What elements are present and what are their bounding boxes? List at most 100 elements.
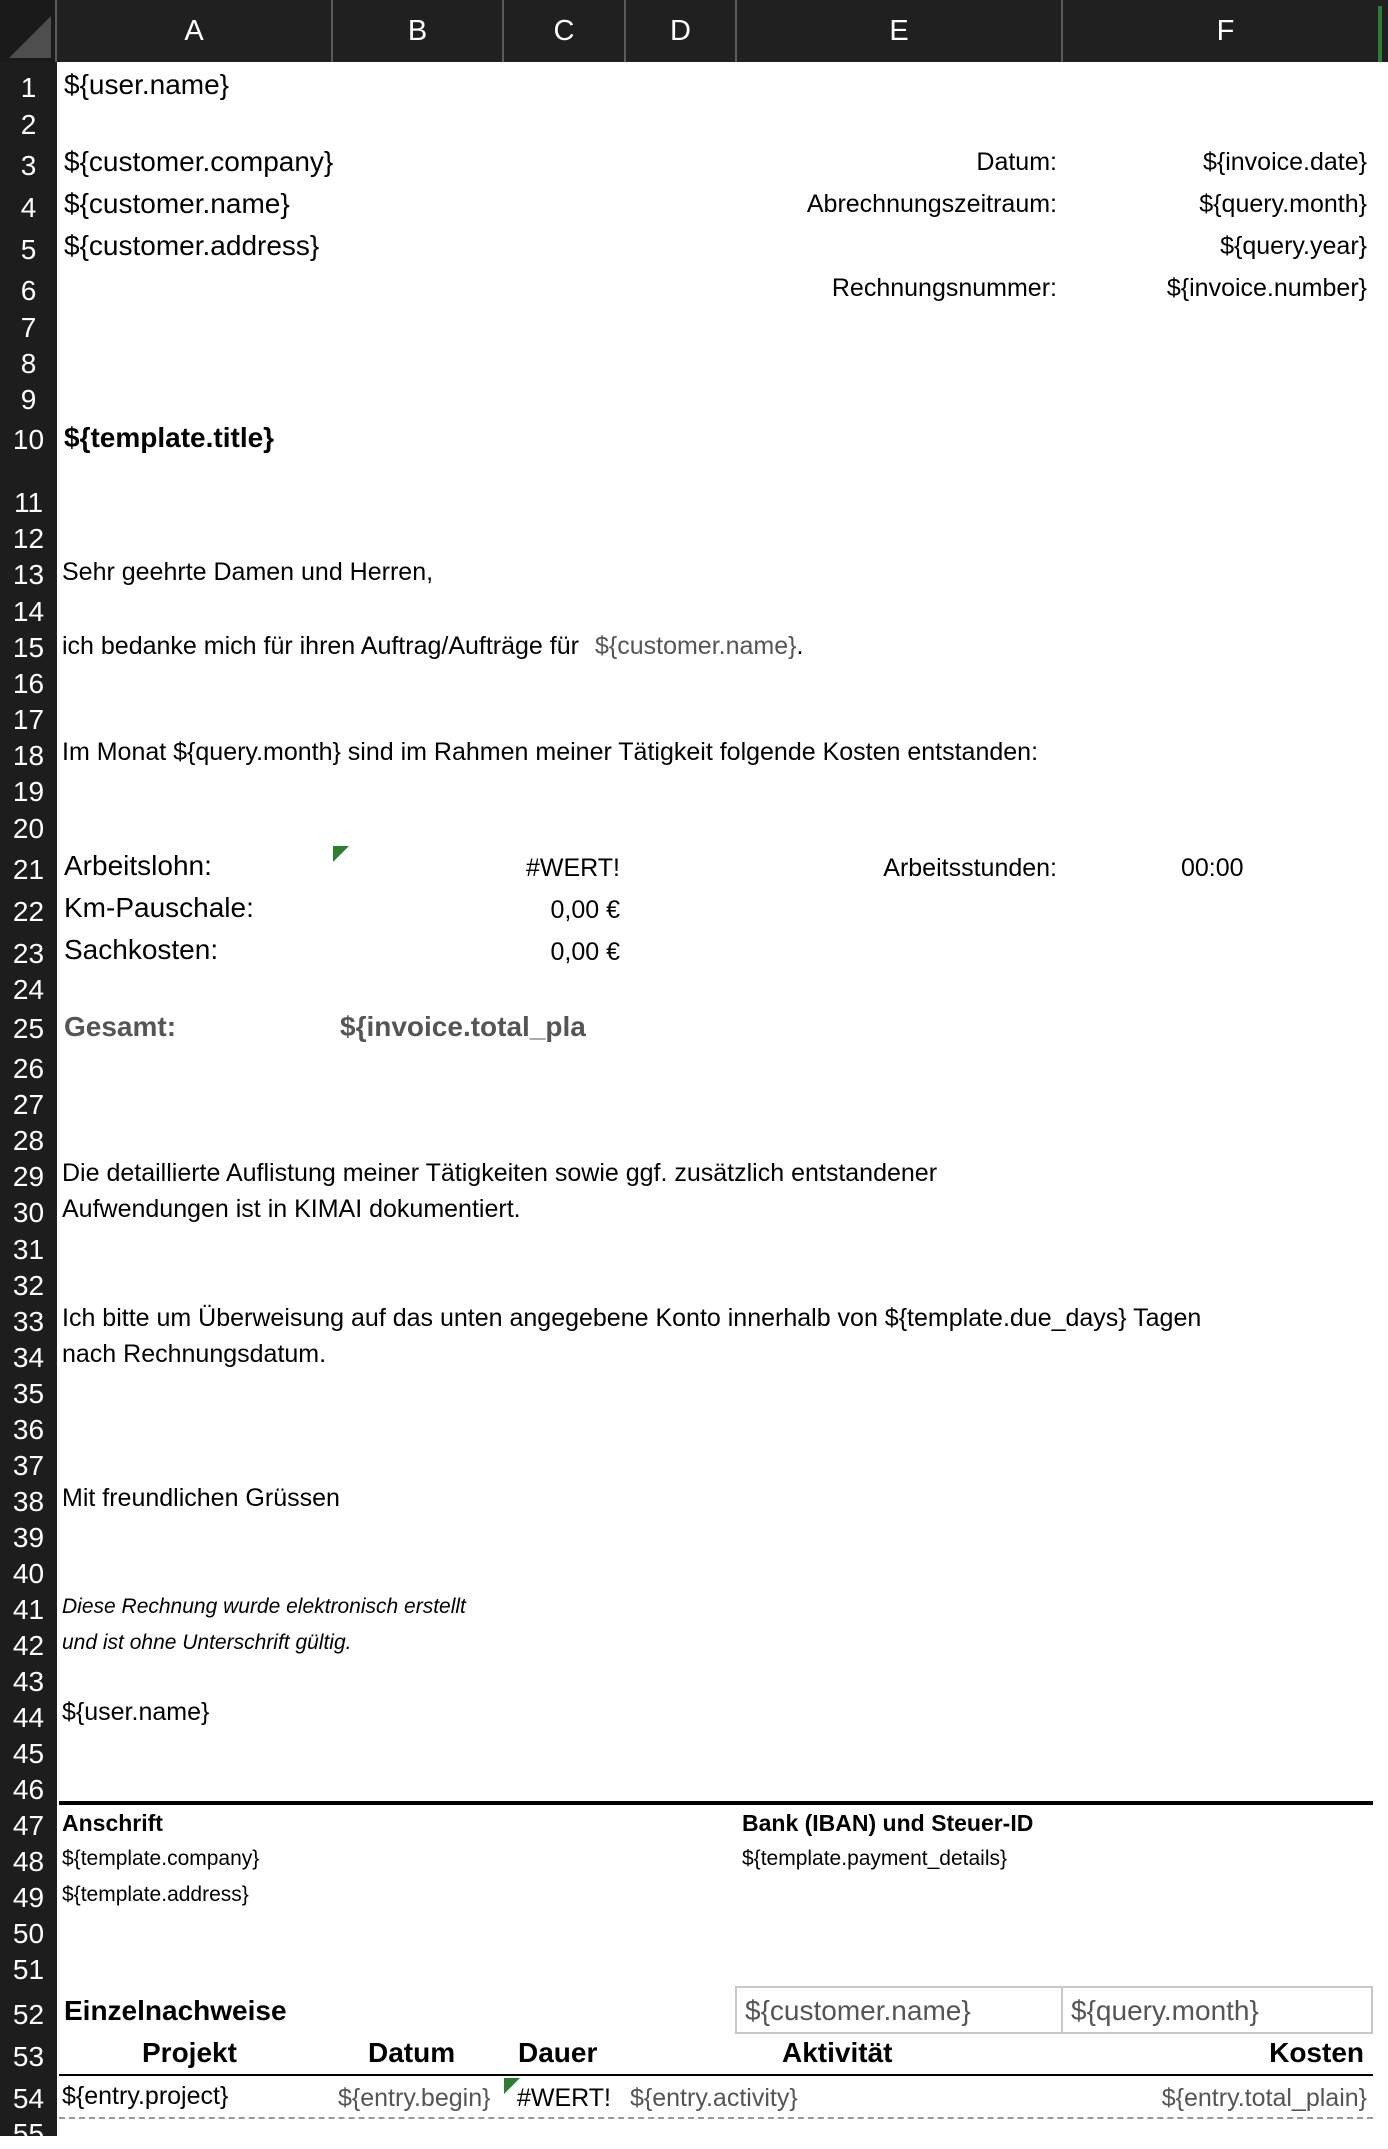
cell-rechnungsnr-label[interactable]: Rechnungsnummer: [832,276,1057,301]
row-header[interactable]: 42 [0,1632,57,1660]
cell-stunden-value[interactable]: 00:00 [1181,856,1244,881]
row-header[interactable]: 2 [0,111,57,139]
row-header[interactable]: 27 [0,1091,57,1119]
cell-gesamt-label[interactable]: Gesamt: [64,1013,176,1041]
column-header-b[interactable]: B [333,0,504,62]
row-header[interactable]: 38 [0,1488,57,1516]
cell-entry-activity[interactable]: ${entry.activity} [630,2086,798,2111]
cell-arbeitslohn-label[interactable]: Arbeitslohn: [64,852,212,880]
cell-month-line[interactable]: Im Monat ${query.month} sind im Rahmen m… [62,740,1038,765]
row-header[interactable]: 39 [0,1524,57,1552]
row-header[interactable]: 16 [0,670,57,698]
row-header[interactable]: 25 [0,1015,57,1043]
cell-user-name[interactable]: ${user.name} [64,71,229,99]
row-header[interactable]: 49 [0,1884,57,1912]
cell-einzelnachweise[interactable]: Einzelnachweise [64,1997,287,2025]
row-header[interactable]: 46 [0,1776,57,1804]
row-header[interactable]: 44 [0,1704,57,1732]
column-header-c[interactable]: C [504,0,626,62]
cell-signature[interactable]: ${user.name} [62,1700,209,1725]
row-header[interactable]: 51 [0,1956,57,1984]
row-header[interactable]: 1 [0,74,57,102]
cell-year-value[interactable]: ${query.year} [1220,234,1367,259]
cell-electronic-note1[interactable]: Diese Rechnung wurde elektronisch erstel… [62,1596,466,1617]
cell-bank-label[interactable]: Bank (IBAN) und Steuer-ID [742,1812,1033,1835]
row-header[interactable]: 54 [0,2085,57,2113]
row-header[interactable]: 8 [0,350,57,378]
row-header[interactable]: 14 [0,598,57,626]
row-header[interactable]: 21 [0,856,57,884]
cell-template-title[interactable]: ${template.title} [64,424,274,452]
row-header[interactable]: 12 [0,525,57,553]
row-header[interactable]: 17 [0,706,57,734]
row-header[interactable]: 40 [0,1560,57,1588]
column-label-projekt[interactable]: Projekt [142,2039,237,2067]
row-header[interactable]: 50 [0,1920,57,1948]
row-header[interactable]: 53 [0,2043,57,2071]
cell-datum-label[interactable]: Datum: [976,150,1057,175]
row-header[interactable]: 36 [0,1416,57,1444]
row-header[interactable]: 23 [0,940,57,968]
cell-sach-label[interactable]: Sachkosten: [64,936,218,964]
cell-salutation[interactable]: Sehr geehrte Damen und Herren, [62,560,433,585]
row-header[interactable]: 15 [0,634,57,662]
row-header[interactable]: 41 [0,1596,57,1624]
row-header[interactable]: 26 [0,1055,57,1083]
cell-entry-total[interactable]: ${entry.total_plain} [1162,2086,1367,2111]
row-header[interactable]: 5 [0,236,57,264]
row-header[interactable]: 18 [0,742,57,770]
cell-rechnungsnr-value[interactable]: ${invoice.number} [1167,276,1367,301]
column-label-kosten[interactable]: Kosten [1269,2039,1364,2067]
row-header[interactable]: 6 [0,277,57,305]
cell-details-month[interactable]: ${query.month} [1061,1986,1373,2034]
row-header[interactable]: 24 [0,976,57,1004]
cell-template-company[interactable]: ${template.company} [62,1848,259,1869]
row-header[interactable]: 13 [0,561,57,589]
row-header[interactable]: 30 [0,1199,57,1227]
row-header[interactable]: 11 [0,489,57,517]
cell-entry-project[interactable]: ${entry.project} [62,2084,228,2109]
cell-stunden-label[interactable]: Arbeitsstunden: [883,856,1057,881]
row-header[interactable]: 19 [0,778,57,806]
cell-anschrift-label[interactable]: Anschrift [62,1812,163,1835]
row-header[interactable]: 32 [0,1272,57,1300]
cell-payment-details[interactable]: ${template.payment_details} [742,1848,1007,1869]
cell-template-address[interactable]: ${template.address} [62,1884,249,1905]
cell-details-customer[interactable]: ${customer.name} [735,1986,1063,2034]
cell-customer-company[interactable]: ${customer.company} [64,148,333,176]
row-header[interactable]: 7 [0,314,57,342]
cell-closing[interactable]: Mit freundlichen Grüssen [62,1486,340,1511]
row-header[interactable]: 10 [0,426,57,454]
cell-detail-line2[interactable]: Aufwendungen ist in KIMAI dokumentiert. [62,1197,521,1222]
column-header-f[interactable]: F [1063,0,1388,62]
cell-thanks[interactable]: ich bedanke mich für ihren Auftrag/Auftr… [62,634,803,659]
row-header[interactable]: 33 [0,1308,57,1336]
cell-payment-line2[interactable]: nach Rechnungsdatum. [62,1342,326,1367]
row-header[interactable]: 34 [0,1344,57,1372]
row-header[interactable]: 48 [0,1848,57,1876]
row-header[interactable]: 28 [0,1127,57,1155]
cell-km-label[interactable]: Km-Pauschale: [64,894,254,922]
select-all-corner[interactable] [0,0,57,62]
row-header[interactable]: 22 [0,898,57,926]
cell-customer-name[interactable]: ${customer.name} [64,190,290,218]
cell-customer-address[interactable]: ${customer.address} [64,232,319,260]
cell-electronic-note2[interactable]: und ist ohne Unterschrift gültig. [62,1632,352,1653]
comment-marker-icon[interactable] [333,846,349,862]
cell-km-value[interactable]: 0,00 € [550,898,620,923]
row-header[interactable]: 4 [0,194,57,222]
row-header[interactable]: 47 [0,1812,57,1840]
cell-gesamt-value[interactable]: ${invoice.total_pla [340,1013,586,1041]
row-header[interactable]: 43 [0,1668,57,1696]
row-header[interactable]: 55 [0,2120,57,2148]
cell-payment-line1[interactable]: Ich bitte um Überweisung auf das unten a… [62,1306,1201,1331]
row-header[interactable]: 3 [0,152,57,180]
row-header[interactable]: 31 [0,1236,57,1264]
column-label-aktivitaet[interactable]: Aktivität [782,2039,892,2067]
row-header[interactable]: 37 [0,1452,57,1480]
column-header-e[interactable]: E [737,0,1063,62]
row-header[interactable]: 29 [0,1163,57,1191]
cell-arbeitslohn-value[interactable]: #WERT! [526,856,620,881]
row-header[interactable]: 9 [0,386,57,414]
cell-entry-begin[interactable]: ${entry.begin} [338,2086,490,2111]
